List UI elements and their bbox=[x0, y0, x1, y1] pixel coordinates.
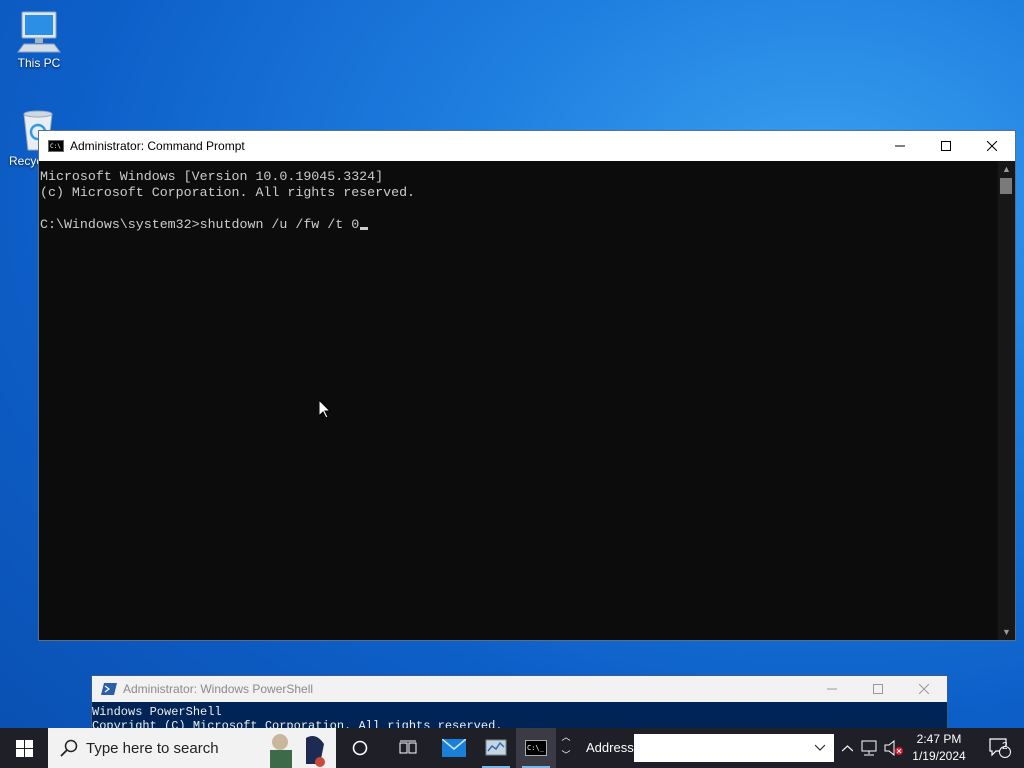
maximize-icon bbox=[873, 684, 883, 694]
cmd-window-title: Administrator: Command Prompt bbox=[70, 139, 245, 153]
address-toolbar-label: Address bbox=[586, 740, 634, 755]
windows-logo-icon bbox=[15, 739, 33, 757]
taskbar-search-box[interactable]: Type here to search bbox=[48, 728, 336, 768]
mail-app-button[interactable] bbox=[432, 728, 476, 768]
address-input[interactable] bbox=[638, 734, 812, 762]
cmd-icon: C:\_ bbox=[525, 740, 547, 756]
svg-text:C:\: C:\ bbox=[50, 143, 61, 150]
system-clock[interactable]: 2:47 PM 1/19/2024 bbox=[906, 731, 972, 765]
ps-maximize-button[interactable] bbox=[855, 676, 901, 702]
command-prompt-window[interactable]: C:\ Administrator: Command Prompt Micros… bbox=[38, 130, 1016, 641]
start-button[interactable] bbox=[0, 728, 48, 768]
volume-button[interactable] bbox=[884, 739, 904, 761]
cortana-icon bbox=[352, 740, 368, 756]
scroll-down-icon[interactable]: ▼ bbox=[998, 624, 1015, 640]
address-input-box[interactable] bbox=[634, 734, 834, 762]
this-pc-label: This PC bbox=[17, 56, 61, 70]
minimize-button[interactable] bbox=[877, 131, 923, 161]
maximize-icon bbox=[941, 141, 951, 151]
search-placeholder: Type here to search bbox=[86, 739, 219, 757]
ps-console-line: Windows PowerShell bbox=[92, 705, 222, 719]
powershell-app-icon bbox=[101, 683, 117, 695]
cmd-app-icon: C:\ bbox=[48, 140, 64, 152]
svg-text:C:\_: C:\_ bbox=[527, 744, 545, 752]
minimize-icon bbox=[895, 145, 905, 147]
mail-icon bbox=[442, 739, 466, 757]
network-icon bbox=[861, 740, 877, 756]
notification-count-badge: 2 bbox=[1002, 741, 1008, 752]
cmd-taskbar-button[interactable]: C:\_ bbox=[516, 728, 556, 768]
pinned-app-button[interactable] bbox=[476, 728, 516, 768]
close-button[interactable] bbox=[969, 131, 1015, 161]
desktop-icon-this-pc[interactable]: This PC bbox=[1, 10, 77, 70]
maximize-button[interactable] bbox=[923, 131, 969, 161]
clock-time: 2:47 PM bbox=[916, 732, 962, 746]
chevron-up-icon[interactable]: ︿ bbox=[558, 728, 574, 746]
cmd-console[interactable]: Microsoft Windows [Version 10.0.19045.33… bbox=[39, 161, 998, 640]
close-icon bbox=[987, 141, 997, 151]
toolbar-scroll-arrows[interactable]: ︿ ﹀ bbox=[558, 728, 574, 768]
control-panel-icon bbox=[485, 739, 507, 756]
ps-minimize-button[interactable] bbox=[809, 676, 855, 702]
show-hidden-icons-button[interactable] bbox=[838, 728, 856, 768]
console-command-line: C:\Windows\system32>shutdown /u /fw /t 0 bbox=[40, 217, 360, 232]
scroll-up-icon[interactable]: ▲ bbox=[998, 161, 1015, 177]
minimize-icon bbox=[827, 688, 837, 690]
powershell-window[interactable]: Administrator: Windows PowerShell Window… bbox=[91, 675, 948, 735]
search-icon bbox=[60, 739, 78, 757]
network-button[interactable] bbox=[860, 740, 878, 761]
chevron-down-icon[interactable]: ﹀ bbox=[558, 746, 574, 764]
search-highlight-illustration-icon bbox=[270, 734, 325, 768]
ps-close-button[interactable] bbox=[901, 676, 947, 702]
task-view-icon bbox=[399, 740, 417, 754]
volume-muted-icon bbox=[884, 739, 903, 757]
clock-date: 1/19/2024 bbox=[912, 749, 966, 763]
chevron-down-icon[interactable] bbox=[815, 744, 825, 752]
scrollbar-thumb[interactable] bbox=[1000, 178, 1012, 194]
cortana-button[interactable] bbox=[336, 728, 384, 768]
cmd-vertical-scrollbar[interactable]: ▲ ▼ bbox=[998, 161, 1015, 640]
console-line: (c) Microsoft Corporation. All rights re… bbox=[40, 185, 416, 200]
task-view-button[interactable] bbox=[384, 728, 432, 768]
close-icon bbox=[919, 684, 929, 694]
computer-icon bbox=[17, 11, 61, 53]
taskbar: Type here to search C:\_ ︿ ﹀ Address 2:4… bbox=[0, 728, 1024, 768]
console-line: Microsoft Windows [Version 10.0.19045.33… bbox=[40, 169, 384, 184]
chevron-up-icon bbox=[841, 744, 853, 751]
action-center-button[interactable]: 2 bbox=[980, 728, 1020, 768]
mouse-pointer-icon bbox=[319, 400, 331, 419]
ps-window-title: Administrator: Windows PowerShell bbox=[123, 682, 314, 696]
ps-titlebar[interactable]: Administrator: Windows PowerShell bbox=[92, 676, 947, 702]
text-cursor bbox=[360, 227, 369, 230]
cmd-titlebar[interactable]: C:\ Administrator: Command Prompt bbox=[39, 131, 1015, 161]
